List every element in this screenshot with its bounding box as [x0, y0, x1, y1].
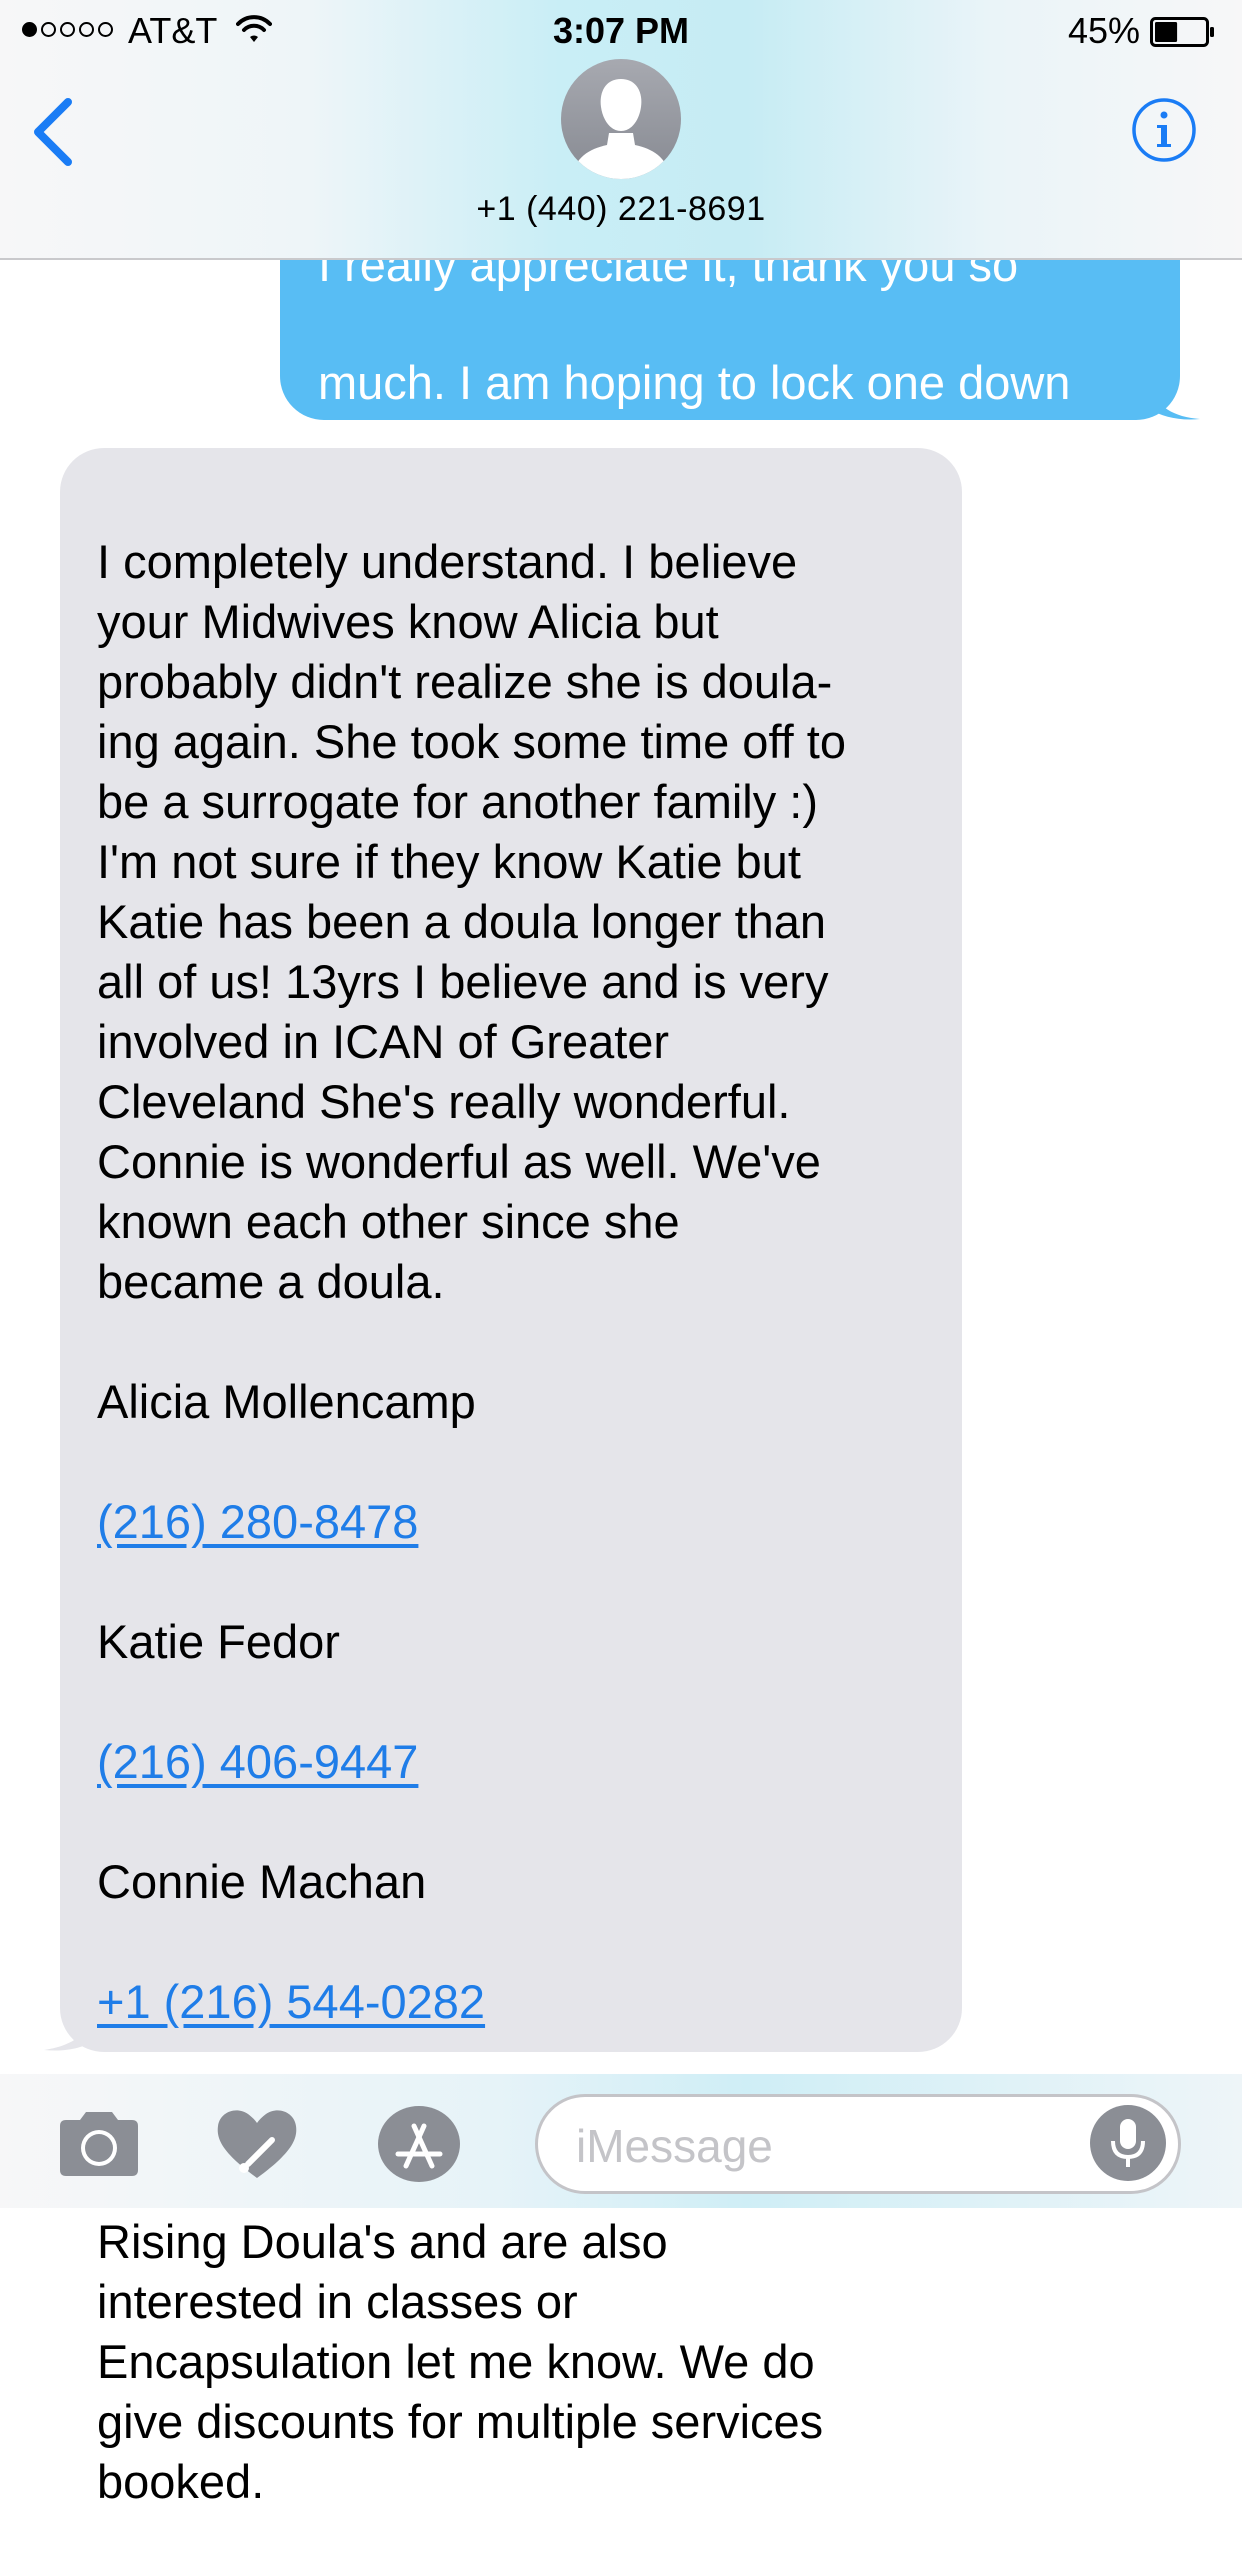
received-bubble-tail — [44, 2012, 94, 2051]
phone-link-alicia[interactable]: (216) 280-8478 — [97, 1495, 418, 1548]
clock: 3:07 PM — [552, 10, 690, 51]
contact-name-katie: Katie Fedor — [97, 1615, 340, 1668]
phone-link-connie[interactable]: +1 (216) 544-0282 — [97, 1975, 485, 2028]
info-icon[interactable] — [1131, 97, 1197, 163]
imessage-placeholder: iMessage — [576, 2120, 773, 2172]
battery-icon — [1150, 17, 1214, 47]
input-toolbar: iMessage — [0, 2074, 1242, 2208]
imessage-input[interactable]: iMessage — [535, 2094, 1181, 2194]
digital-touch-heart-icon[interactable] — [214, 2104, 300, 2184]
status-bar: AT&T 3:07 PM 45% — [0, 0, 1242, 60]
back-chevron-icon[interactable] — [28, 96, 78, 168]
contact-avatar[interactable] — [561, 59, 681, 179]
phone-link-katie[interactable]: (216) 406-9447 — [97, 1735, 418, 1788]
received-message-text-1: I completely understand. I believe your … — [97, 535, 846, 1308]
contact-title[interactable]: +1 (440) 221-8691 — [0, 190, 1242, 229]
navigation-header: AT&T 3:07 PM 45% +1 (440) 221-8691 — [0, 0, 1242, 260]
battery-percentage: 45% — [1067, 10, 1140, 51]
contact-name-alicia: Alicia Mollencamp — [97, 1375, 476, 1428]
microphone-icon[interactable] — [1088, 2103, 1168, 2183]
app-store-icon[interactable] — [376, 2104, 462, 2184]
sent-bubble-tail — [1150, 385, 1200, 420]
conversation[interactable]: I really appreciate it, thank you so muc… — [0, 0, 1242, 2508]
contact-name-connie: Connie Machan — [97, 1855, 427, 1908]
camera-icon[interactable] — [56, 2104, 142, 2184]
received-message-bubble[interactable]: I completely understand. I believe your … — [60, 448, 962, 2508]
